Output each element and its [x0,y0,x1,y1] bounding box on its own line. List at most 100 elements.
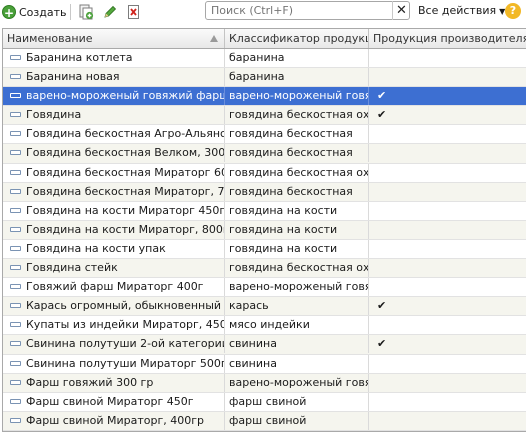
cell-name[interactable]: Свинина полутуши 2-ой категории [3,335,225,354]
table-row[interactable]: Баранина котлета баранина [3,49,526,69]
cell-producer[interactable] [369,202,526,220]
cell-producer[interactable] [369,68,526,86]
cell-producer[interactable] [369,259,526,277]
copy-add-button[interactable] [77,3,95,21]
table-row[interactable]: Говядина бескостная Мираторг 600г говядин… [3,163,526,183]
column-header-name[interactable]: Наименование [3,29,225,48]
clear-search-button[interactable]: ✕ [392,1,410,20]
cell-name[interactable]: Баранина новая [3,68,225,87]
table-row[interactable]: Говядина бескостная Агро-Альянс, ... говя… [3,125,526,145]
cell-classifier[interactable]: баранина [225,68,369,87]
column-header-producer[interactable]: Продукция производителя [369,29,526,48]
cell-classifier[interactable]: говядина на кости [225,201,369,220]
cell-name[interactable]: Говядина на кости Мираторг, 800гр [3,220,225,239]
cell-producer[interactable] [369,355,526,373]
table-row[interactable]: Говядина стейк говядина бескостная охлажд… [3,259,526,279]
cell-producer[interactable] [369,164,526,182]
cell-producer[interactable] [369,412,526,430]
table-row[interactable]: Говядина на кости упак говядина на кости [3,239,526,260]
cell-name[interactable]: Фарш говяжий 300 гр [3,373,225,392]
cell-producer[interactable]: ✔ [369,335,526,353]
table-row[interactable]: Говядина бескостная Велком, 300гр говядин… [3,144,526,164]
cell-classifier[interactable]: говядина бескостная [225,125,369,144]
cell-name[interactable]: Говядина на кости упак [3,239,225,258]
cell-producer[interactable]: ✔ [369,106,526,124]
cell-producer[interactable] [369,240,526,258]
table-row[interactable]: Говядина говядина бескостная охлажденная ✔ [3,106,526,126]
search-field[interactable] [205,1,410,20]
cell-classifier[interactable]: говядина бескостная охлажденная [225,259,369,278]
cell-classifier[interactable]: мясо индейки [225,316,369,335]
cell-classifier[interactable]: варено-мороженый говяжий фарш [225,373,369,392]
cell-classifier[interactable]: варено-мороженый говяжий фарш [225,87,369,106]
cell-name[interactable]: Говядина бескостная Велком, 300гр [3,144,225,163]
cell-classifier-text: говядина бескостная [229,184,353,198]
cell-producer[interactable] [369,49,526,67]
table-row[interactable]: Свинина полутуши 2-ой категории свинина ✔ [3,335,526,355]
cell-classifier-text: говядина на кости [229,241,338,255]
table-row[interactable]: Баранина новая баранина [3,68,526,88]
cell-classifier[interactable]: говядина на кости [225,220,369,239]
delete-mark-button[interactable] [125,3,143,21]
table-row[interactable]: Говядина на кости Мираторг, 800гр говядин… [3,220,526,240]
cell-name[interactable]: Фарш свиной Мираторг, 400гр [3,411,225,430]
cell-name-text: Фарш свиной Мираторг, 400гр [26,413,205,427]
cell-classifier[interactable]: говядина бескостная [225,182,369,201]
cell-classifier[interactable]: фарш свиной [225,392,369,411]
cell-name-text: Карась огромный, обыкновенный [26,299,222,313]
cell-name[interactable]: Говядина [3,106,225,125]
cell-producer[interactable] [369,316,526,334]
cell-name[interactable]: варено-мороженый говяжий фарш [3,87,225,106]
cell-name[interactable]: Карась огромный, обыкновенный [3,297,225,316]
cell-classifier-text: фарш свиной [229,394,307,408]
table-row[interactable]: Фарш говяжий 300 гр варено-мороженый говя… [3,373,526,393]
cell-classifier[interactable]: говядина бескостная охлажденная [225,106,369,125]
cell-classifier-text: говядина бескостная охлажденная [229,165,369,179]
cell-name[interactable]: Говядина стейк [3,259,225,278]
cell-classifier[interactable]: фарш свиной [225,411,369,430]
cell-name[interactable]: Свинина полутуши Мираторг 500г [3,354,225,373]
table-row[interactable]: Свинина полутуши Мираторг 500г свинина [3,354,526,374]
item-marker-icon [10,74,21,80]
column-header-classifier-label: Классификатор продукции [229,32,368,45]
edit-button[interactable] [101,3,119,21]
cell-name[interactable]: Говяжий фарш Мираторг 400г [3,278,225,297]
table-row[interactable]: Купаты из индейки Мираторг, 450гр мясо ин… [3,316,526,336]
table-row[interactable]: Карась огромный, обыкновенный карась ✔ [3,297,526,317]
cell-classifier[interactable]: свинина [225,335,369,354]
table-row[interactable]: Фарш свиной Мираторг, 400гр фарш свиной [3,411,526,431]
cell-classifier[interactable]: говядина на кости [225,239,369,258]
cell-producer[interactable]: ✔ [369,87,526,105]
cell-producer[interactable]: ✔ [369,297,526,315]
cell-name[interactable]: Говядина бескостная Мираторг 600г [3,163,225,182]
column-header-classifier[interactable]: Классификатор продукции [225,29,369,48]
cell-classifier[interactable]: говядина бескостная охлажденная [225,163,369,182]
cell-producer[interactable] [369,125,526,143]
cell-name[interactable]: Говядина бескостная Мираторг, 70... [3,182,225,201]
cell-producer[interactable] [369,393,526,411]
cell-producer[interactable] [369,278,526,296]
cell-name[interactable]: Купаты из индейки Мираторг, 450гр [3,316,225,335]
cell-classifier[interactable]: баранина [225,49,369,67]
cell-name[interactable]: Фарш свиной Мираторг 450г [3,392,225,411]
cell-producer[interactable] [369,374,526,392]
cell-name[interactable]: Говядина на кости Мираторг 450г [3,201,225,220]
cell-producer[interactable] [369,144,526,162]
table-row[interactable]: Говядина бескостная Мираторг, 70... говяд… [3,182,526,202]
cell-name[interactable]: Баранина котлета [3,49,225,67]
cell-classifier[interactable]: свинина [225,354,369,373]
cell-name[interactable]: Говядина бескостная Агро-Альянс, ... [3,125,225,144]
table-row[interactable]: варено-мороженый говяжий фарш варено-моро… [3,87,526,107]
table-row[interactable]: Фарш свиной Мираторг 450г фарш свиной [3,392,526,412]
table-row[interactable]: Говяжий фарш Мираторг 400г варено-морожен… [3,278,526,298]
all-actions-menu[interactable]: Все действия ▼ [418,4,505,17]
help-button[interactable]: ? [505,3,521,19]
cell-producer[interactable] [369,221,526,239]
create-button[interactable]: + Создать [2,2,67,22]
table-row[interactable]: Говядина на кости Мираторг 450г говядина … [3,201,526,221]
cell-classifier[interactable]: варено-мороженый говяжий фарш [225,278,369,297]
cell-classifier[interactable]: карась [225,297,369,316]
cell-classifier[interactable]: говядина бескостная [225,144,369,163]
cell-producer[interactable] [369,183,526,201]
search-input[interactable] [211,3,391,18]
